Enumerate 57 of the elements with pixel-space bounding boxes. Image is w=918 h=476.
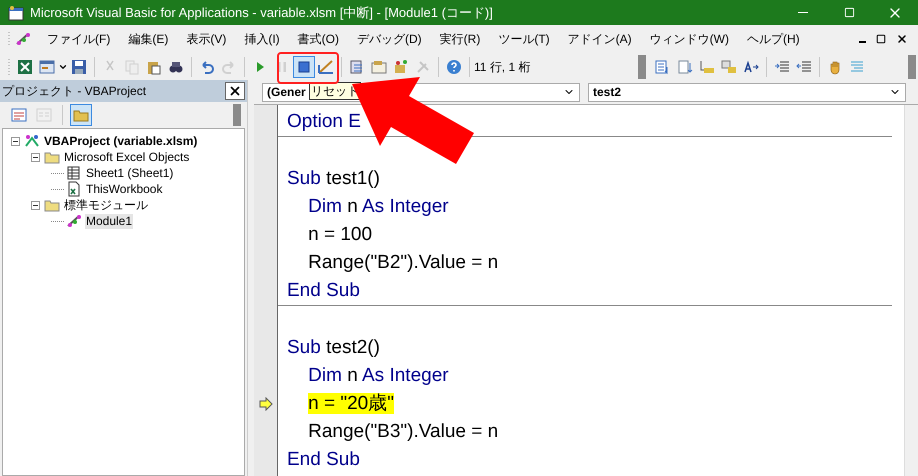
code-line: Sub test2() [287,336,380,360]
expand-toggle-icon[interactable] [11,136,20,146]
grip-icon [8,31,11,47]
folder-icon[interactable] [70,104,92,126]
code-line: Sub test1() [287,166,380,191]
code-line: Range("B3").Value = n [307,420,498,444]
close-icon [228,84,242,98]
tree-item[interactable]: Sheet1 (Sheet1) [85,166,174,180]
menu-item[interactable]: 書式(O) [292,30,344,48]
close-icon[interactable] [896,33,908,45]
maximize-icon [844,7,854,18]
tree-item[interactable]: ThisWorkbook [85,182,164,196]
menu-item[interactable]: 挿入(I) [239,30,285,48]
menu-item[interactable]: 編集(E) [123,30,174,48]
code-line: End Sub [287,278,360,303]
minimize-icon [798,12,808,13]
pointer-arrow-icon [350,75,476,166]
code-line: End Sub [287,448,360,472]
close-button[interactable] [225,82,245,100]
vba-icon [14,31,32,47]
code-line: n = 100 [307,222,372,247]
panel-title: プロジェクト - VBAProject [2,83,146,100]
code-line: Range("B2").Value = n [307,250,498,275]
app-icon [8,4,24,20]
expand-toggle-icon[interactable] [31,152,40,162]
procedure-combo[interactable]: test2 [588,82,906,102]
toolbar-grip[interactable] [638,54,646,78]
menu-item[interactable]: デバッグ(D) [352,30,427,48]
code-editor[interactable]: Option E Sub test1() Dim n As Integer n = 100 Range("B2").Value = n End Sub Sub test2() Dim n As Integer n = "20歳" Range("B3").Value = n End Sub [254,104,918,476]
cursor-position: 11 行, 1 桁 [474,58,532,76]
tree-item[interactable]: 標準モジュール [63,198,149,212]
tree-item[interactable]: VBAProject (variable.xlsm) [43,134,198,148]
tree-item[interactable]: Module1 [85,214,134,228]
toolbar-grip[interactable] [233,104,241,126]
sheet-icon [66,165,82,181]
highlight-frame [277,52,339,84]
menu-item[interactable]: ツール(T) [493,30,555,48]
expand-toggle-icon[interactable] [31,200,40,210]
code-line: Dim n As Integer [307,364,449,388]
window-title: Microsoft Visual Basic for Applications - variable.xlsm [中断] - [Module1 (コード)] [30,4,493,22]
code-line: Option E [287,110,361,134]
toolbar-grip[interactable] [908,54,916,78]
code-line: Dim n As Integer [307,194,449,219]
project-icon [24,133,40,149]
menu-item[interactable]: ファイル(F) [42,30,116,48]
grip-icon [8,58,11,76]
module-icon [66,213,82,229]
menu-item[interactable]: ウィンドウ(W) [644,30,734,48]
restore-icon[interactable] [876,34,886,44]
menu-item[interactable]: ヘルプ(H) [742,30,805,48]
scrollbar[interactable] [904,105,918,476]
tree-item[interactable]: Microsoft Excel Objects [63,150,190,164]
stop-icon[interactable] [293,56,315,78]
menu-item[interactable]: 表示(V) [181,30,232,48]
workbook-icon [66,181,82,197]
menu-item[interactable]: アドイン(A) [562,30,637,48]
menu-item[interactable]: 実行(R) [434,30,486,48]
